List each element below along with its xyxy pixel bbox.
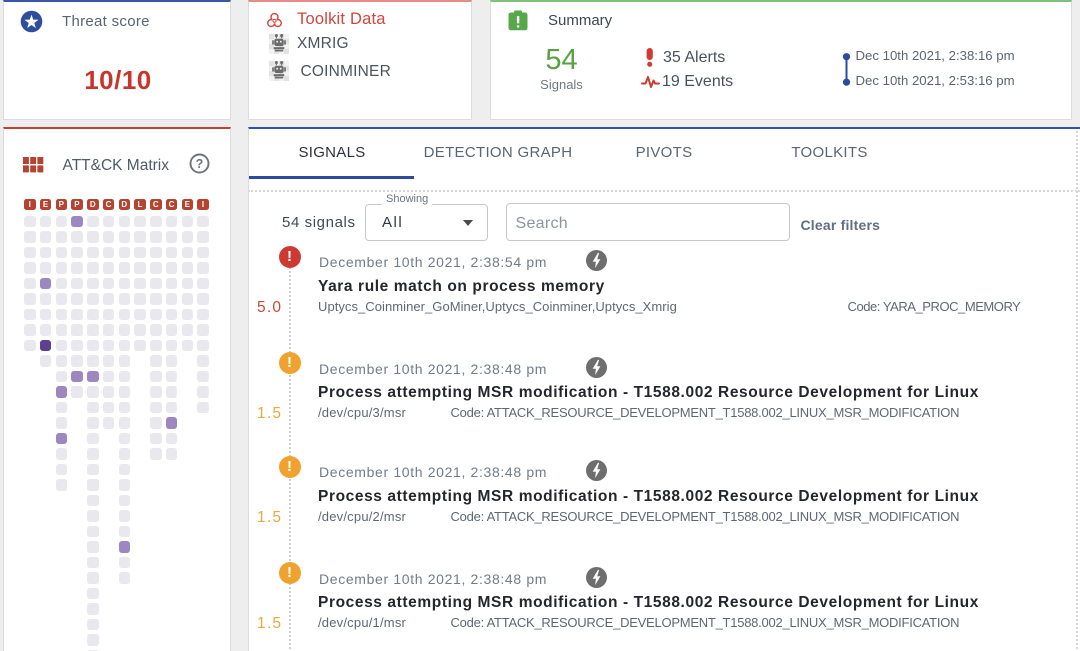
svg-text:?: ? [195, 157, 203, 171]
